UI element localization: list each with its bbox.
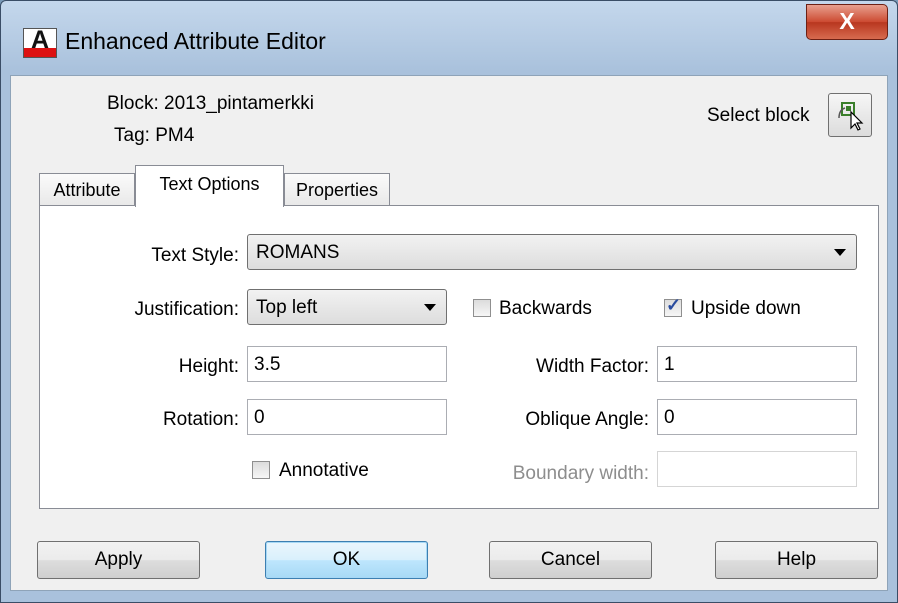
tab-text-options[interactable]: Text Options xyxy=(135,165,284,207)
autocad-app-icon: A xyxy=(23,26,57,58)
justification-dropdown[interactable]: Top left xyxy=(247,289,447,325)
annotative-label: Annotative xyxy=(279,460,369,481)
oblique-angle-field[interactable]: 0 xyxy=(657,399,857,435)
select-block-label: Select block xyxy=(707,105,810,126)
justification-label: Justification: xyxy=(134,299,239,320)
ok-button[interactable]: OK xyxy=(265,541,428,579)
tab-properties[interactable]: Properties xyxy=(284,173,390,206)
tab-attribute-label: Attribute xyxy=(53,180,121,200)
text-style-dropdown[interactable]: ROMANS xyxy=(247,234,857,270)
boundary-width-field xyxy=(657,451,857,487)
rotation-field[interactable]: 0 xyxy=(247,399,447,435)
justification-value: Top left xyxy=(256,297,318,318)
close-icon: X xyxy=(839,8,855,34)
height-label: Height: xyxy=(178,356,239,377)
upside-down-checkbox[interactable]: ✓ xyxy=(664,295,682,317)
app-icon-red-bar xyxy=(24,48,56,57)
backwards-label: Backwards xyxy=(499,298,592,319)
close-button[interactable]: X xyxy=(806,4,888,40)
width-factor-label: Width Factor: xyxy=(536,356,649,377)
title-bar[interactable]: A Enhanced Attribute Editor X xyxy=(1,1,897,75)
boundary-width-label: Boundary width: xyxy=(512,463,649,484)
annotative-checkbox[interactable] xyxy=(252,461,270,479)
text-style-label: Text Style: xyxy=(151,245,239,266)
window-title: Enhanced Attribute Editor xyxy=(65,28,326,54)
rotation-label: Rotation: xyxy=(162,409,239,430)
text-style-value: ROMANS xyxy=(256,242,340,263)
select-block-button[interactable] xyxy=(828,93,872,137)
oblique-angle-label: Oblique Angle: xyxy=(525,409,649,430)
tab-attribute[interactable]: Attribute xyxy=(39,173,135,206)
enhanced-attribute-editor-window: A Enhanced Attribute Editor X Block: 201… xyxy=(0,0,898,603)
tag-name-label: Tag: PM4 xyxy=(114,125,195,146)
apply-button[interactable]: Apply xyxy=(37,541,200,579)
upside-down-label: Upside down xyxy=(691,298,801,319)
tab-text-options-label: Text Options xyxy=(159,174,260,194)
checkmark-icon: ✓ xyxy=(666,295,682,315)
chevron-down-icon xyxy=(834,249,846,256)
backwards-checkbox[interactable] xyxy=(473,299,491,317)
block-name-label: Block: 2013_pintamerkki xyxy=(107,93,314,114)
chevron-down-icon xyxy=(424,304,436,311)
pick-object-icon xyxy=(838,102,864,131)
cancel-button[interactable]: Cancel xyxy=(489,541,652,579)
width-factor-field[interactable]: 1 xyxy=(657,346,857,382)
tab-properties-label: Properties xyxy=(295,180,379,200)
help-button[interactable]: Help xyxy=(715,541,878,579)
height-field[interactable]: 3.5 xyxy=(247,346,447,382)
